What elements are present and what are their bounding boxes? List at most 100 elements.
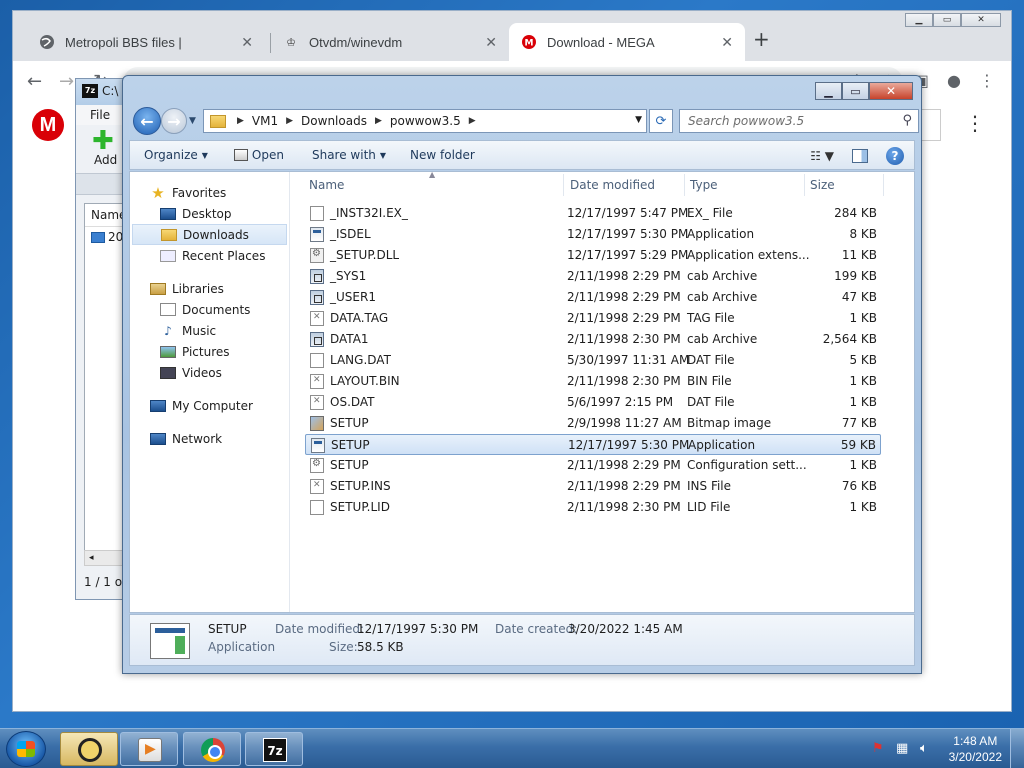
profile-avatar-icon[interactable]: ●: [947, 71, 961, 90]
column-header-type[interactable]: Type: [690, 178, 718, 192]
chevron-right-icon[interactable]: ▶: [372, 116, 385, 126]
close-tab-icon[interactable]: ✕: [241, 34, 253, 51]
mega-more-icon[interactable]: ⋮: [965, 111, 985, 135]
breadcrumb-vm1[interactable]: VM1: [247, 114, 283, 128]
chevron-right-icon[interactable]: ▶: [234, 116, 247, 126]
nav-favorites[interactable]: ★ Favorites: [130, 182, 289, 203]
change-view-icon[interactable]: ☷ ▼: [810, 149, 834, 163]
volume-icon[interactable]: 🔈︎: [920, 741, 936, 757]
forward-arrow-icon[interactable]: →: [59, 71, 74, 92]
new-tab-icon[interactable]: +: [753, 27, 770, 51]
window-controls: ▁ ▭ ✕: [815, 82, 913, 100]
start-button[interactable]: [6, 731, 46, 767]
column-header-name[interactable]: Name: [309, 178, 344, 192]
unknown-file-icon: [310, 374, 324, 389]
network-tray-icon[interactable]: ▦: [896, 741, 912, 757]
breadcrumb-downloads[interactable]: Downloads: [296, 114, 372, 128]
search-input[interactable]: Search powwow3.5 ⚲: [679, 109, 919, 133]
file-row[interactable]: SETUP 2/11/1998 2:29 PM Configuration sett…: [305, 455, 881, 476]
taskbar-app-7zip[interactable]: 7z: [245, 732, 303, 766]
taskbar-app-chrome[interactable]: [183, 732, 241, 766]
file-row[interactable]: SETUP 2/9/1998 11:27 AM Bitmap image 77 KB: [305, 413, 881, 434]
open-button[interactable]: Open: [218, 148, 294, 162]
chevron-right-icon[interactable]: ▶: [466, 116, 479, 126]
nav-desktop[interactable]: Desktop: [130, 203, 289, 224]
column-headers: ▲ Name Date modified Type Size: [291, 170, 914, 198]
sevenzip-title: C:\: [102, 84, 119, 98]
close-tab-icon[interactable]: ✕: [485, 34, 497, 51]
taskbar-app-media[interactable]: [120, 732, 178, 766]
nav-documents[interactable]: Documents: [130, 299, 289, 320]
close-tab-icon[interactable]: ✕: [721, 34, 733, 51]
file-row[interactable]: _ISDEL 12/17/1997 5:30 PM Application 8 KB: [305, 224, 881, 245]
preview-pane-icon[interactable]: [852, 149, 868, 163]
address-row: ← → ▼ ▶ VM1 ▶ Downloads ▶ powwow3.5 ▶ ▼ …: [131, 106, 919, 136]
show-desktop-button[interactable]: [1010, 729, 1024, 768]
nav-videos[interactable]: Videos: [130, 362, 289, 383]
file-row[interactable]: _USER1 2/11/1998 2:29 PM cab Archive 47 KB: [305, 287, 881, 308]
column-header-size[interactable]: Size: [810, 178, 835, 192]
organize-button[interactable]: Organize ▼: [130, 148, 218, 162]
file-row[interactable]: _SETUP.DLL 12/17/1997 5:29 PMApplication …: [305, 245, 881, 266]
history-dropdown-icon[interactable]: ▼: [189, 116, 196, 126]
minimize-icon[interactable]: ▁: [905, 13, 933, 27]
blank-file-icon: [310, 500, 324, 515]
folder-icon: [210, 114, 226, 128]
tab-mega[interactable]: M Download - MEGA ✕: [509, 23, 745, 61]
file-name: LANG.DAT: [330, 353, 391, 367]
minimize-icon[interactable]: ▁: [815, 82, 842, 100]
address-bar[interactable]: ▶ VM1 ▶ Downloads ▶ powwow3.5 ▶ ▼: [203, 109, 647, 133]
column-header-date-modified[interactable]: Date modified: [570, 178, 655, 192]
file-row[interactable]: _INST32I.EX_ 12/17/1997 5:47 PM EX_ File 28…: [305, 203, 881, 224]
search-icon[interactable]: ⚲: [902, 113, 912, 128]
file-row[interactable]: OS.DAT 5/6/1997 2:15 PM DAT File 1 KB: [305, 392, 881, 413]
file-row[interactable]: SETUP 12/17/1997 5:30 PM Application 59 KB: [305, 434, 881, 455]
close-icon[interactable]: ✕: [869, 82, 913, 100]
file-row[interactable]: LANG.DAT 5/30/1997 11:31 AM DAT File 5 KB: [305, 350, 881, 371]
column-divider: [684, 174, 685, 196]
file-row[interactable]: LAYOUT.BIN 2/11/1998 2:30 PM BIN File 1 KB: [305, 371, 881, 392]
kebab-menu-icon[interactable]: ⋮: [979, 71, 995, 90]
file-type: EX_ File: [687, 206, 733, 220]
breadcrumb-powwow[interactable]: powwow3.5: [385, 114, 466, 128]
nav-downloads[interactable]: Downloads: [132, 224, 287, 245]
blank-file-icon: [310, 206, 324, 221]
chevron-right-icon[interactable]: ▶: [283, 116, 296, 126]
nav-pictures[interactable]: Pictures: [130, 341, 289, 362]
file-list-pane: ▲ Name Date modified Type Size _INST32I.…: [291, 170, 914, 612]
nav-libraries[interactable]: Libraries: [130, 278, 289, 299]
nav-music[interactable]: ♪ Music: [130, 320, 289, 341]
file-row[interactable]: SETUP.INS 2/11/1998 2:29 PM INS File 76 KB: [305, 476, 881, 497]
action-center-icon[interactable]: ⚑: [872, 741, 888, 757]
nav-label: Recent Places: [182, 248, 266, 263]
new-folder-button[interactable]: New folder: [396, 148, 485, 162]
back-arrow-icon[interactable]: ←: [133, 107, 161, 135]
tab-title: Download - MEGA: [547, 34, 655, 50]
forward-arrow-icon[interactable]: →: [161, 108, 187, 134]
tab-metropoli[interactable]: Metropoli BBS files | ✕: [27, 23, 265, 61]
file-date-modified: 12/17/1997 5:30 PM: [567, 227, 689, 241]
close-icon[interactable]: ✕: [961, 13, 1001, 27]
file-row[interactable]: DATA.TAG 2/11/1998 2:29 PM TAG File 1 KB: [305, 308, 881, 329]
tab-winevdm[interactable]: ♔ Otvdm/winevdm ✕: [271, 23, 509, 61]
file-type: Application: [687, 227, 755, 241]
file-row[interactable]: _SYS1 2/11/1998 2:29 PM cab Archive 199 KB: [305, 266, 881, 287]
help-icon[interactable]: ?: [886, 147, 904, 165]
refresh-icon[interactable]: ⟳: [649, 109, 673, 133]
mega-logo[interactable]: M: [32, 109, 64, 141]
nav-network[interactable]: Network: [130, 428, 289, 449]
nav-recent-places[interactable]: Recent Places: [130, 245, 289, 266]
file-row[interactable]: DATA1 2/11/1998 2:30 PM cab Archive 2,564 K…: [305, 329, 881, 350]
share-with-button[interactable]: Share with ▼: [294, 148, 396, 162]
address-dropdown-icon[interactable]: ▼: [635, 115, 642, 125]
back-arrow-icon[interactable]: ←: [27, 71, 42, 92]
maximize-icon[interactable]: ▭: [933, 13, 961, 27]
taskbar-app-winevdm[interactable]: [60, 732, 118, 766]
clock[interactable]: 1:48 AM 3/20/2022: [949, 733, 1002, 765]
chrome-window-controls: ▁ ▭ ✕: [905, 13, 1001, 27]
file-row[interactable]: SETUP.LID 2/11/1998 2:30 PM LID File 1 KB: [305, 497, 881, 518]
image-file-icon: [91, 231, 105, 243]
clock-time: 1:48 AM: [953, 734, 998, 748]
maximize-icon[interactable]: ▭: [842, 82, 869, 100]
nav-my-computer[interactable]: My Computer: [130, 395, 289, 416]
